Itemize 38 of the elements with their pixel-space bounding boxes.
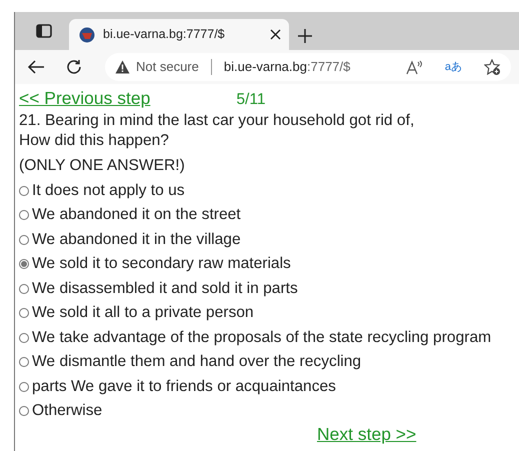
tab-actions-icon[interactable] [36,24,52,38]
reload-icon[interactable] [65,58,83,76]
option-label[interactable]: It does not apply to us [32,178,185,203]
radio-button[interactable] [19,210,29,220]
progress-counter: 5/11 [236,90,266,110]
new-tab-icon[interactable] [297,28,313,44]
option-label[interactable]: We take advantage of the proposals of the state recycling program [32,326,492,350]
radio-button[interactable] [19,332,29,343]
radio-button[interactable] [19,357,29,368]
option-label[interactable]: We disassembled it and sold it in parts [32,276,298,301]
translate-icon[interactable]: aあ [444,58,462,76]
previous-step-link[interactable]: << Previous step [19,87,150,109]
radio-button[interactable] [19,284,29,294]
radio-button[interactable] [19,234,29,245]
url-text: bi.ue-varna.bg:7777/$ [224,58,350,76]
next-step-link[interactable]: Next step >> [317,424,416,444]
radio-button[interactable] [19,406,29,416]
option-label[interactable]: Otherwise [32,399,102,424]
favorites-icon[interactable] [484,58,501,76]
radio-button[interactable] [19,382,29,392]
instruction-text: (ONLY ONE ANSWER!) [19,156,186,176]
read-aloud-icon[interactable] [406,60,423,74]
radio-button[interactable] [19,259,29,270]
radio-button[interactable] [19,308,29,318]
option-label[interactable]: We dismantle them and hand over the recycling [32,350,362,374]
security-label: Not secure [136,58,199,76]
radio-button[interactable] [19,186,29,196]
address-bar[interactable]: Not secure bi.ue-varna.bg:7777/$ aあ [105,53,511,81]
question-text: 21. Bearing in mind the last car your household got rid of, How did this happen? [19,111,416,151]
option-label[interactable]: We sold it to secondary raw materials [32,252,291,276]
browser-tab[interactable]: bi.ue-varna.bg:7777/$ [69,19,289,50]
option-label[interactable]: We abandoned it on the street [32,203,241,228]
option-label[interactable]: We sold it all to a private person [32,301,254,326]
back-icon[interactable] [27,59,45,75]
close-tab-icon[interactable] [270,29,281,40]
option-label[interactable]: We abandoned it in the village [32,228,241,252]
option-label[interactable]: parts We gave it to friends or acquaintances [32,374,336,399]
warning-icon [115,60,130,74]
